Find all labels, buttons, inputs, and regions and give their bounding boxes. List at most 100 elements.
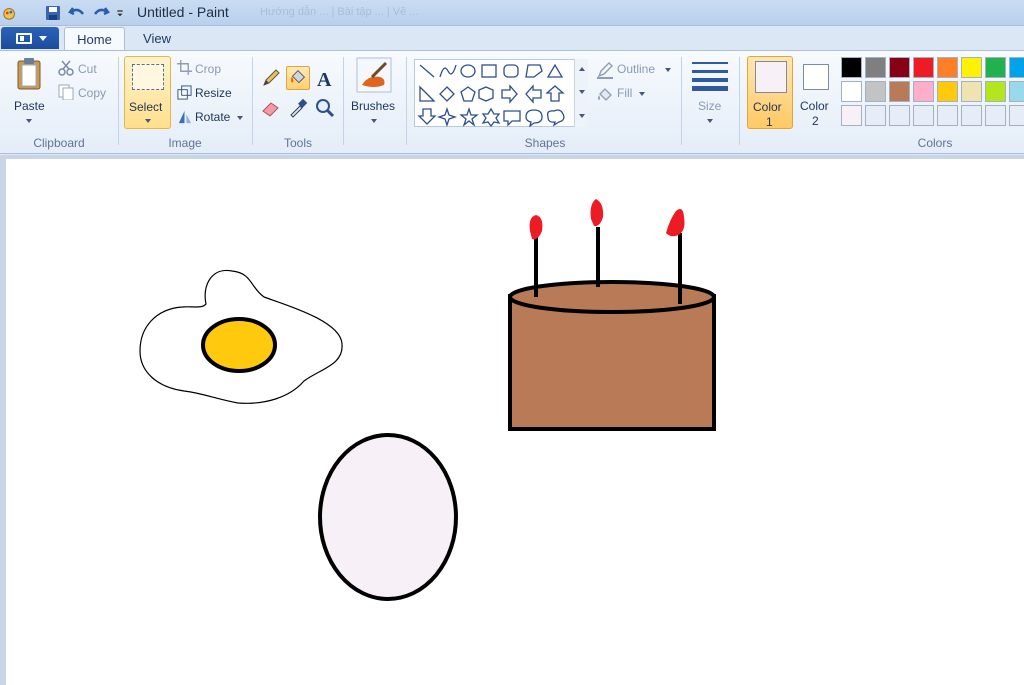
palette-color[interactable]: [1009, 81, 1024, 102]
palette-color[interactable]: [985, 81, 1006, 102]
drawing-canvas[interactable]: [6, 159, 1024, 685]
rectangular-callout-shape-icon: [503, 110, 521, 127]
palette-color[interactable]: [961, 57, 982, 78]
fill-dropdown-icon[interactable]: [639, 92, 645, 96]
chevron-down-icon: [39, 36, 47, 41]
text-tool[interactable]: A: [313, 66, 337, 91]
brushes-icon[interactable]: [356, 57, 392, 93]
brushes-label[interactable]: Brushes: [351, 99, 395, 113]
palette-color[interactable]: [937, 105, 958, 126]
palette-color[interactable]: [985, 57, 1006, 78]
magnifier-icon: [316, 99, 335, 118]
fill-tool[interactable]: [286, 66, 310, 90]
rotate-label[interactable]: Rotate: [195, 110, 230, 124]
size-dropdown-icon[interactable]: [707, 119, 713, 123]
divider: [118, 57, 119, 145]
rounded-rectangle-shape-icon: [503, 64, 519, 78]
color2-swatch: [803, 64, 829, 90]
palette-color[interactable]: [865, 57, 886, 78]
pencil-tool[interactable]: [259, 66, 283, 90]
crop-icon[interactable]: [177, 60, 192, 75]
rectangle-shape-icon: [481, 64, 497, 78]
palette-color[interactable]: [961, 81, 982, 102]
color2-button[interactable]: Color 2: [797, 56, 837, 129]
palette-color[interactable]: [841, 81, 862, 102]
canvas-workspace: [0, 155, 1024, 685]
palette-color[interactable]: [1009, 105, 1024, 126]
palette-color[interactable]: [889, 105, 910, 126]
resize-icon[interactable]: [177, 85, 192, 100]
palette-color[interactable]: [913, 105, 934, 126]
paste-label[interactable]: Paste: [14, 99, 45, 113]
palette-color[interactable]: [841, 57, 862, 78]
shapes-gallery-scrollbar[interactable]: [574, 59, 588, 127]
undo-icon[interactable]: [68, 4, 86, 22]
palette-color[interactable]: [961, 105, 982, 126]
size-icon[interactable]: [692, 60, 728, 92]
color1-label-line2: 1: [766, 115, 773, 129]
gallery-expand-icon[interactable]: [579, 114, 585, 118]
select-label: Select: [129, 100, 163, 114]
cut-icon[interactable]: [58, 60, 74, 76]
magnifier-tool[interactable]: [313, 96, 337, 120]
scroll-up-icon[interactable]: [579, 67, 585, 71]
copy-label[interactable]: Copy: [78, 86, 106, 100]
palette-color[interactable]: [913, 81, 934, 102]
tab-home[interactable]: Home: [64, 27, 125, 51]
cake-top: [508, 280, 716, 314]
paint-app-icon[interactable]: [2, 4, 18, 22]
redo-icon[interactable]: [92, 4, 110, 22]
paint-menu-button[interactable]: [1, 27, 59, 49]
quick-access-toolbar: [2, 3, 134, 23]
palette-color[interactable]: [985, 105, 1006, 126]
right-arrow-shape-icon: [501, 84, 518, 104]
color1-button[interactable]: Color 1: [747, 56, 793, 129]
copy-icon[interactable]: [58, 84, 74, 100]
cake-body: [508, 294, 716, 431]
crop-label[interactable]: Crop: [195, 62, 221, 76]
tab-view[interactable]: View: [130, 27, 184, 51]
save-icon[interactable]: [44, 4, 62, 22]
divider: [343, 57, 344, 145]
palette-color[interactable]: [913, 57, 934, 78]
size-label[interactable]: Size: [698, 99, 721, 113]
palette-color[interactable]: [937, 81, 958, 102]
cut-label[interactable]: Cut: [78, 62, 97, 76]
oval-callout-shape-icon: [525, 109, 543, 127]
menu-icon: [16, 33, 32, 44]
outline-dropdown-icon[interactable]: [665, 68, 671, 72]
paste-dropdown-icon[interactable]: [26, 119, 32, 123]
palette-color[interactable]: [889, 57, 910, 78]
paste-icon[interactable]: [14, 57, 46, 91]
shapes-gallery-icons: [417, 63, 565, 127]
palette-color[interactable]: [865, 81, 886, 102]
outline-label[interactable]: Outline: [617, 62, 655, 76]
palette-color[interactable]: [841, 105, 862, 126]
select-button[interactable]: Select: [124, 56, 171, 129]
palette-color[interactable]: [937, 57, 958, 78]
resize-label[interactable]: Resize: [195, 86, 232, 100]
customize-toolbar-icon[interactable]: [116, 4, 128, 22]
right-triangle-shape-icon: [419, 85, 436, 102]
palette-color[interactable]: [1009, 57, 1024, 78]
palette-color[interactable]: [865, 105, 886, 126]
rotate-icon[interactable]: [177, 109, 192, 124]
rotate-dropdown-icon[interactable]: [237, 116, 243, 120]
shapes-gallery[interactable]: [414, 59, 588, 127]
image-group-label: Image: [168, 136, 202, 150]
tools-group-label: Tools: [283, 136, 312, 150]
scroll-down-icon[interactable]: [579, 90, 585, 94]
up-arrow-shape-icon: [545, 85, 565, 102]
fill-icon[interactable]: [596, 85, 614, 103]
six-point-star-shape-icon: [481, 107, 501, 127]
eraser-tool[interactable]: [259, 96, 283, 120]
outline-icon[interactable]: [596, 61, 614, 79]
color-picker-tool[interactable]: [286, 96, 310, 120]
colors-group-label: Colors: [917, 136, 953, 150]
shapes-group-label: Shapes: [524, 136, 566, 150]
divider: [252, 57, 253, 145]
palette-color[interactable]: [889, 81, 910, 102]
brushes-dropdown-icon[interactable]: [371, 119, 377, 123]
fill-label[interactable]: Fill: [617, 86, 632, 100]
pencil-icon: [263, 69, 280, 86]
